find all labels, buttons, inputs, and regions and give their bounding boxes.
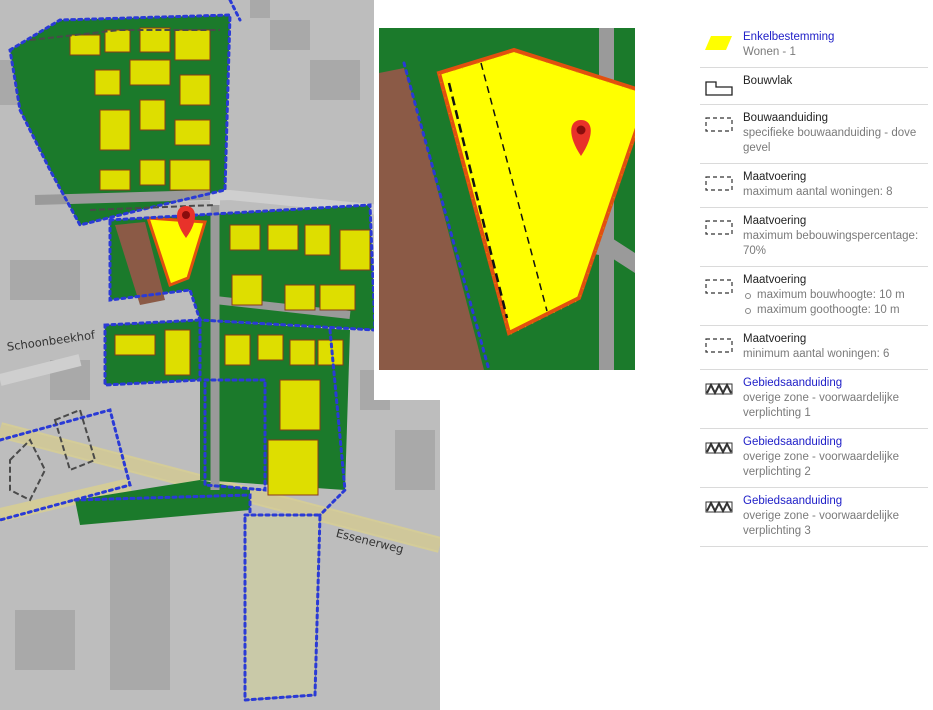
legend-item-description: overige zone - voorwaardelijke verplicht… [743,510,899,537]
inset-graphics [379,28,635,370]
legend-item-title: Bouwaanduiding [743,112,829,124]
legend-item-description: Wonen - 1 [743,46,796,58]
legend-item: Gebiedsaanduiding overige zone - voorwaar… [700,370,928,429]
legend-item-bullet-list: maximum bouwhoogte: 10 m maximum goothoog… [743,288,928,318]
map-legend: Enkelbestemming Wonen - 1 Bouwvlak Bouwaand… [700,24,928,547]
legend-item-description: overige zone - voorwaardelijke verplicht… [743,392,899,419]
zigzag-zone-icon [704,380,734,398]
zoom-inset-panel [374,0,640,400]
legend-item-title: Bouwvlak [743,75,793,87]
legend-item: Bouwvlak [700,68,928,105]
legend-item: Gebiedsaanduiding overige zone - voorwaar… [700,488,928,547]
legend-item-description: maximum aantal woningen: 8 [743,186,893,198]
legend-item-bullet: maximum goothoogte: 10 m [745,303,928,318]
legend-item: Enkelbestemming Wonen - 1 [700,24,928,68]
legend-item-title[interactable]: Enkelbestemming [743,30,928,45]
dashed-box-icon [704,218,734,236]
legend-item-title[interactable]: Gebiedsaanduiding [743,435,928,450]
legend-item-description: minimum aantal woningen: 6 [743,348,890,360]
legend-item-title: Maatvoering [743,171,807,183]
zigzag-zone-icon [704,439,734,457]
yellow-parallelogram-icon [704,34,734,52]
legend-item-title[interactable]: Gebiedsaanduiding [743,376,928,391]
legend-item-title: Maatvoering [743,333,807,345]
legend-item-description: maximum bebouwingspercentage: 70% [743,230,919,257]
legend-item-description: specifieke bouwaanduiding - dove gevel [743,127,917,154]
legend-item: Maatvoering maximum aantal woningen: 8 [700,164,928,208]
dashed-box-icon [704,336,734,354]
dashed-box-icon [704,174,734,192]
legend-item-bullet: maximum bouwhoogte: 10 m [745,288,928,303]
legend-item-title: Maatvoering [743,215,807,227]
legend-item-title[interactable]: Gebiedsaanduiding [743,494,928,509]
legend-item-description: overige zone - voorwaardelijke verplicht… [743,451,899,478]
legend-item-title: Maatvoering [743,274,807,286]
dashed-box-icon [704,115,734,133]
dashed-box-icon [704,277,734,295]
zigzag-zone-icon [704,498,734,516]
building-outline-icon [704,78,734,96]
legend-item: Bouwaanduiding specifieke bouwaanduiding … [700,105,928,164]
legend-item: Maatvoering maximum bouwhoogte: 10 m maxim… [700,267,928,326]
legend-item: Gebiedsaanduiding overige zone - voorwaar… [700,429,928,488]
legend-item: Maatvoering minimum aantal woningen: 6 [700,326,928,370]
legend-item: Maatvoering maximum bebouwingspercentage:… [700,208,928,267]
zoom-inset-map[interactable] [379,28,635,370]
